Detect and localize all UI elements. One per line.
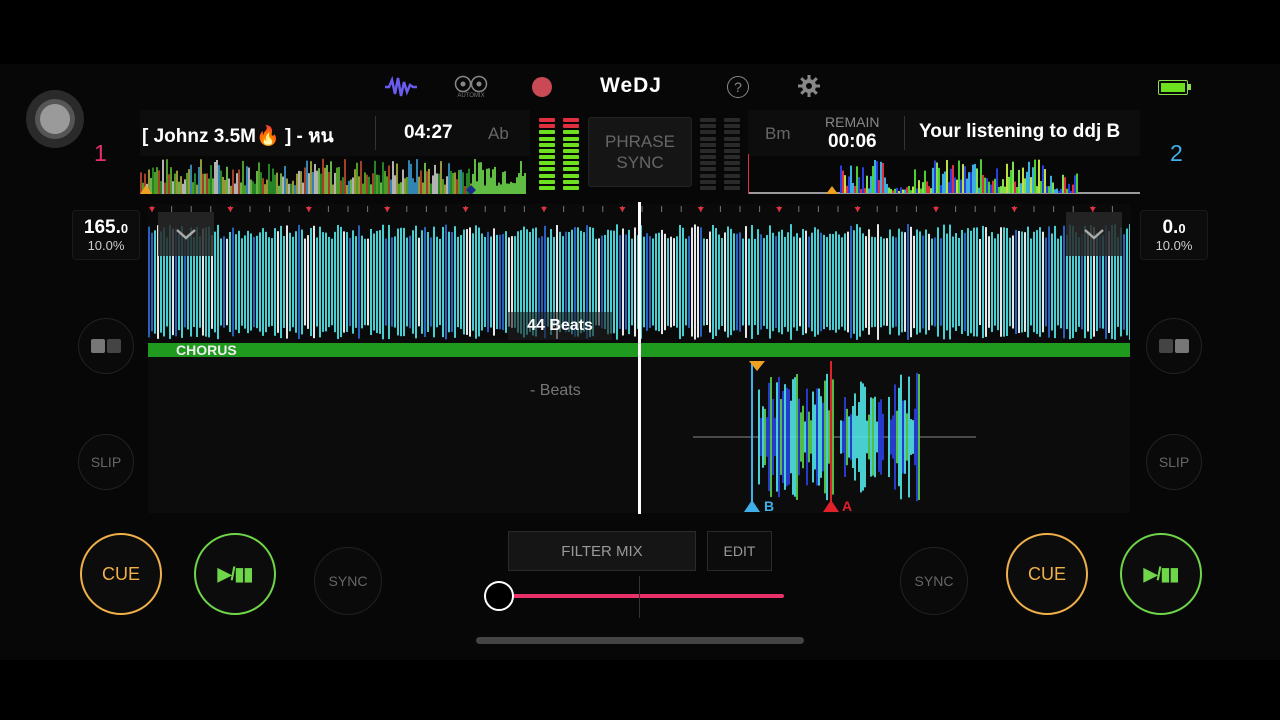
home-indicator (476, 637, 804, 644)
deck2-bpm-dec: 0 (1178, 221, 1186, 236)
deck1-bpm-display[interactable]: 165.0 10.0% (72, 210, 140, 260)
edit-button[interactable]: EDIT (707, 531, 772, 571)
deck1-key: Ab (488, 124, 509, 143)
deck2-level-meter-right (724, 118, 740, 190)
crossfader-knob[interactable] (484, 581, 514, 611)
chevron-down-icon (176, 229, 196, 240)
deck2-bpm-main: 0. (1162, 217, 1179, 238)
help-icon[interactable]: ? (727, 76, 749, 98)
deck2-remain-time: 00:06 (828, 131, 877, 152)
deck1-pitch: 10.0% (87, 238, 125, 253)
view-toggle-icon (1159, 339, 1189, 353)
deck2-overview-waveform[interactable] (748, 154, 1140, 194)
deck1-level-meter-left (539, 118, 555, 190)
deck1-collapse-button[interactable] (158, 212, 214, 256)
deck2-bpm-display[interactable]: 0.0 10.0% (1140, 210, 1208, 260)
phrase-sync-line1: PHRASE (605, 132, 675, 151)
deck2-view-toggle-button[interactable] (1146, 318, 1202, 374)
chevron-down-icon (1084, 229, 1104, 240)
view-toggle-icon (91, 339, 121, 353)
automix-label: AUTOMIX (457, 93, 485, 99)
deck1-play-pause-button[interactable]: ▶/▮▮ (194, 533, 276, 615)
marker-b-label: B (764, 498, 775, 514)
crossfader-center-mark (639, 576, 640, 618)
crossfader-track[interactable] (500, 594, 784, 598)
deck1-bpm-dec: 0 (120, 221, 129, 236)
filter-mix-button[interactable]: FILTER MIX (508, 531, 696, 571)
phrase-sync-button[interactable]: PHRASE SYNC (588, 117, 692, 187)
phrase-sync-line2: SYNC (616, 153, 664, 172)
marker-a-label: A (842, 498, 853, 514)
app-logo: WeDJ (600, 74, 662, 97)
deck1-overview-waveform[interactable] (140, 154, 530, 194)
playhead-line (638, 202, 641, 514)
gear-icon[interactable] (797, 74, 821, 103)
deck2-beats-label: - Beats (530, 382, 581, 399)
deck1-slip-button[interactable]: SLIP (78, 434, 134, 490)
assistive-touch-button[interactable] (26, 90, 84, 148)
phrase-label: CHORUS (176, 342, 237, 358)
deck1-level-meter-right (563, 118, 579, 190)
deck1-track-title[interactable]: [ Johnz 3.5M🔥 ] - หน (142, 121, 358, 151)
deck1-view-toggle-button[interactable] (78, 318, 134, 374)
deck1-cue-button[interactable]: CUE (80, 533, 162, 615)
deck1-bpm-main: 165. (83, 217, 121, 238)
record-icon[interactable] (532, 77, 552, 97)
deck2-divider (904, 116, 905, 150)
deck2-track-title[interactable]: Your listening to ddj B (919, 121, 1137, 143)
deck2-play-pause-button[interactable]: ▶/▮▮ (1120, 533, 1202, 615)
deck2-collapse-button[interactable] (1066, 212, 1122, 256)
deck1-divider (375, 116, 376, 150)
deck2-remain-label: REMAIN (825, 114, 880, 130)
deck2-level-meter-left (700, 118, 716, 190)
deck1-time: 04:27 (404, 122, 453, 143)
deck2-key: Bm (765, 124, 791, 143)
deck2-sync-button[interactable]: SYNC (900, 547, 968, 615)
waveform-icon[interactable] (383, 74, 419, 100)
deck1-number: 1 (94, 140, 107, 166)
deck2-slip-button[interactable]: SLIP (1146, 434, 1202, 490)
battery-icon (1158, 80, 1191, 95)
deck1-beats-label: 44 Beats (508, 312, 612, 340)
deck1-sync-button[interactable]: SYNC (314, 547, 382, 615)
deck2-cue-button[interactable]: CUE (1006, 533, 1088, 615)
deck2-number: 2 (1170, 140, 1183, 166)
deck2-pitch: 10.0% (1155, 238, 1193, 253)
automix-icon[interactable]: AUTOMIX (452, 74, 490, 100)
